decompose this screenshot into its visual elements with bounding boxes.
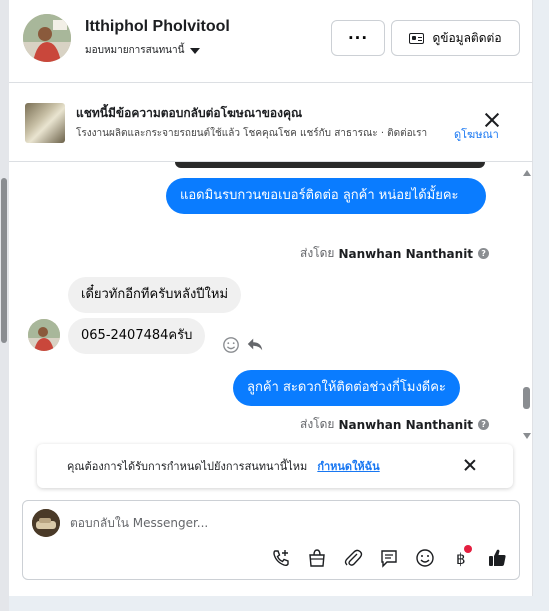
assign-notification: คุณต้องการได้รับการกำหนดไปยังการสนทนานี้…	[37, 444, 513, 488]
shopping-bag-icon[interactable]	[306, 547, 328, 569]
contact-avatar-small[interactable]	[28, 319, 60, 351]
sent-by-name: Nanwhan Nanthanit	[338, 246, 474, 261]
chat-scrollbar[interactable]	[522, 170, 531, 440]
close-icon	[464, 459, 476, 471]
assign-conversation-dropdown[interactable]: มอบหมายการสนทนานี้	[85, 43, 201, 58]
page-avatar	[32, 509, 60, 537]
view-ad-link[interactable]: ดูโฆษณา	[454, 125, 499, 143]
phone-add-icon[interactable]	[270, 547, 292, 569]
close-icon	[485, 113, 499, 127]
notification-close-button[interactable]	[464, 459, 476, 471]
page-scrollbar-thumb[interactable]	[1, 178, 7, 343]
message-list: แอดมินรบกวนขอเบอร์ติดต่อ ลูกค้า หน่อยได้…	[9, 162, 533, 442]
sent-by-name: Nanwhan Nanthanit	[338, 417, 474, 432]
ad-reply-banner: แชทนี้มีข้อความตอบกลับต่อโฆษณาของคุณ โรง…	[9, 92, 533, 162]
more-dots-icon: ···	[347, 29, 369, 47]
message-outgoing[interactable]: แอดมินรบกวนขอเบอร์ติดต่อ ลูกค้า หน่อยได้…	[166, 178, 486, 214]
saved-reply-icon[interactable]	[378, 547, 400, 569]
help-icon[interactable]: ?	[478, 248, 490, 259]
sent-by-prefix: ส่งโดย	[300, 246, 335, 260]
contact-avatar[interactable]	[23, 14, 71, 62]
react-emoji-icon[interactable]	[222, 336, 240, 354]
more-options-button[interactable]: ···	[331, 20, 385, 56]
paperclip-icon[interactable]	[342, 547, 364, 569]
assign-to-me-link[interactable]: กำหนดให้ฉัน	[317, 457, 379, 475]
view-contact-label: ดูข้อมูลติดต่อ	[432, 30, 502, 45]
baht-icon[interactable]: ฿	[450, 545, 472, 569]
assign-notification-text: คุณต้องการได้รับการกำหนดไปยังการสนทนานี้…	[67, 460, 308, 473]
sent-by-label: ส่งโดย Nanwhan Nanthanit ?	[300, 244, 490, 263]
contact-name[interactable]: Itthiphol Pholvitool	[85, 18, 230, 36]
svg-text:฿: ฿	[456, 550, 466, 568]
conversation-header: Itthiphol Pholvitool มอบหมายการสนทนานี้ …	[9, 0, 533, 83]
message-outgoing[interactable]: ลูกค้า สะดวกให้ติดต่อช่วงกี่โมงดีคะ	[233, 370, 460, 406]
view-contact-button[interactable]: ดูข้อมูลติดต่อ	[391, 20, 520, 56]
notification-dot	[464, 545, 472, 553]
message-incoming[interactable]: 065-2407484ครับ	[68, 318, 206, 354]
message-composer: ฿	[22, 500, 520, 580]
media-preview[interactable]	[175, 162, 485, 168]
sent-by-prefix: ส่งโดย	[300, 417, 335, 431]
sent-by-label: ส่งโดย Nanwhan Nanthanit ?	[300, 415, 490, 434]
chat-scrollbar-thumb[interactable]	[523, 387, 530, 409]
contact-card-icon	[409, 32, 425, 44]
reply-icon[interactable]	[246, 335, 264, 353]
page-scrollbar[interactable]	[0, 0, 9, 611]
ad-banner-close-button[interactable]	[485, 113, 499, 127]
emoji-icon[interactable]	[414, 547, 436, 569]
conversation-panel: Itthiphol Pholvitool มอบหมายการสนทนานี้ …	[9, 0, 533, 596]
message-incoming[interactable]: เดี๋ยวทักอีกทีครับหลังปีใหม่	[68, 277, 242, 313]
ad-banner-description: โรงงานผลิตและกระจายรถยนต์ใช้แล้ว โชคคุณโ…	[76, 128, 428, 139]
ad-banner-title: แชทนี้มีข้อความตอบกลับต่อโฆษณาของคุณ	[76, 106, 303, 120]
assign-label: มอบหมายการสนทนานี้	[85, 45, 185, 56]
chevron-down-icon	[190, 47, 201, 54]
thumbs-up-icon[interactable]	[486, 547, 508, 569]
help-icon[interactable]: ?	[478, 419, 490, 430]
scroll-up-arrow-icon[interactable]	[523, 170, 531, 176]
scroll-down-arrow-icon[interactable]	[523, 433, 531, 439]
ad-thumbnail[interactable]	[25, 103, 65, 143]
reply-input[interactable]	[70, 513, 470, 533]
